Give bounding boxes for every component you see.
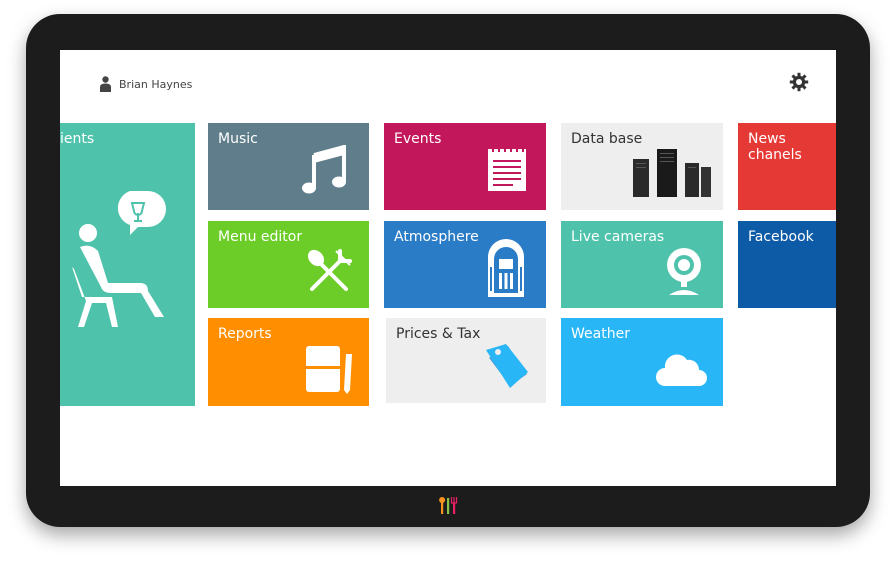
gear-icon (789, 72, 809, 92)
settings-button[interactable] (789, 72, 809, 92)
tile-label: Atmosphere (394, 229, 479, 245)
tile-reports[interactable]: Reports (208, 318, 369, 406)
user-profile[interactable]: Brian Haynes (100, 76, 192, 92)
tile-events[interactable]: Events (384, 123, 546, 210)
user-name: Brian Haynes (119, 77, 193, 91)
client-seated-icon (72, 191, 166, 327)
tile-label: News chanels (748, 131, 802, 163)
tile-label: Reports (218, 326, 272, 342)
tile-clients[interactable]: ients (60, 123, 195, 406)
webcam-icon (667, 248, 701, 295)
tile-label: Events (394, 131, 442, 147)
person-icon (100, 76, 111, 92)
tile-database[interactable]: Data base (561, 123, 723, 210)
cloud-icon (656, 354, 707, 386)
tile-news-channels[interactable]: News chanels (738, 123, 836, 210)
jukebox-icon (488, 239, 524, 297)
tile-music[interactable]: Music (208, 123, 369, 210)
music-note-icon (302, 145, 346, 194)
tile-atmosphere[interactable]: Atmosphere (384, 221, 546, 308)
tile-facebook[interactable]: Facebook (738, 221, 836, 308)
tile-weather[interactable]: Weather (561, 318, 723, 406)
tile-live-cameras[interactable]: Live cameras (561, 221, 723, 308)
cutlery-logo-icon (437, 494, 461, 516)
tile-prices-tax[interactable]: Prices & Tax (386, 318, 546, 403)
tile-label: Weather (571, 326, 630, 342)
calendar-icon (488, 146, 526, 191)
cutlery-icon (307, 249, 352, 291)
tile-label: Prices & Tax (396, 326, 481, 342)
tile-label: ients (60, 131, 95, 147)
notebook-icon (306, 346, 352, 394)
tile-menu-editor[interactable]: Menu editor (208, 221, 369, 308)
screen: Brian Haynes ients Music Events Data bas… (60, 50, 836, 486)
price-tag-icon (486, 344, 528, 388)
server-icon (633, 149, 711, 197)
tile-label: Data base (571, 131, 643, 147)
tile-label: Music (218, 131, 258, 147)
tile-label: Menu editor (218, 229, 303, 245)
tile-label: Live cameras (571, 229, 665, 245)
tile-label: Facebook (748, 229, 814, 245)
